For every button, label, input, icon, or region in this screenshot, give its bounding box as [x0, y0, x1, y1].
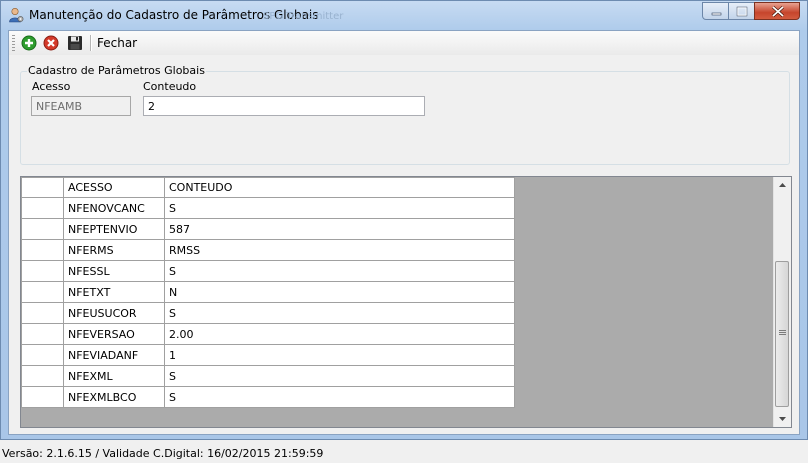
row-header[interactable] [21, 281, 64, 303]
cell-conteudo[interactable]: S [164, 197, 515, 219]
toolbar-grip[interactable] [12, 35, 15, 51]
cell-conteudo[interactable]: N [164, 281, 515, 303]
cell-acesso[interactable]: NFEVERSAO [63, 323, 165, 345]
add-button[interactable] [20, 34, 38, 52]
table-row[interactable]: NFEVERSAO 2.00 [21, 323, 515, 345]
close-icon [771, 5, 785, 18]
parameters-grid[interactable]: ACESSO CONTEUDO NFENOVCANC S NFEPTENVIO 58… [20, 176, 792, 428]
row-header-corner[interactable] [21, 177, 64, 198]
scroll-up-button[interactable] [774, 177, 791, 194]
column-header-acesso[interactable]: ACESSO [63, 177, 165, 198]
group-title: Cadastro de Parâmetros Globais [27, 64, 206, 77]
client-area: Fechar Cadastro de Parâmetros Globais Ac… [8, 30, 800, 435]
grid-table: ACESSO CONTEUDO NFENOVCANC S NFEPTENVIO 58… [21, 177, 515, 408]
table-row[interactable]: NFEXMLBCO S [21, 386, 515, 408]
row-header[interactable] [21, 344, 64, 366]
row-header[interactable] [21, 260, 64, 282]
cell-acesso[interactable]: NFEVIADANF [63, 344, 165, 366]
save-icon [68, 36, 82, 50]
table-row[interactable]: NFENOVCANC S [21, 197, 515, 219]
conteudo-label: Conteudo [143, 80, 197, 93]
delete-button[interactable] [42, 34, 60, 52]
user-gear-icon [8, 7, 24, 23]
table-row[interactable]: NFETXT N [21, 281, 515, 303]
cell-acesso[interactable]: NFEUSUCOR [63, 302, 165, 324]
minimize-icon [711, 12, 722, 16]
scroll-down-button[interactable] [774, 410, 791, 427]
close-form-button[interactable]: Fechar [97, 36, 137, 50]
close-button[interactable] [754, 2, 800, 20]
cell-acesso[interactable]: NFEXML [63, 365, 165, 387]
scroll-up-icon [779, 183, 786, 187]
scroll-down-icon [779, 417, 786, 421]
scroll-thumb[interactable] [775, 261, 789, 407]
table-row[interactable]: NFEVIADANF 1 [21, 344, 515, 366]
grid-header-row: ACESSO CONTEUDO [21, 177, 515, 198]
cell-conteudo[interactable]: RMSS [164, 239, 515, 261]
vertical-scrollbar[interactable] [773, 177, 791, 427]
table-row[interactable]: NFERMS RMSS [21, 239, 515, 261]
row-header[interactable] [21, 218, 64, 240]
table-row[interactable]: NFEPTENVIO 587 [21, 218, 515, 240]
cell-conteudo[interactable]: S [164, 386, 515, 408]
cell-conteudo[interactable]: 587 [164, 218, 515, 240]
table-row[interactable]: NFEUSUCOR S [21, 302, 515, 324]
row-header[interactable] [21, 323, 64, 345]
row-header[interactable] [21, 386, 64, 408]
status-text: Versão: 2.1.6.15 / Validade C.Digital: 1… [2, 447, 324, 460]
conteudo-field[interactable] [143, 96, 425, 116]
maximize-button[interactable] [728, 2, 755, 20]
window-title-ghost: SPG Transmitter [263, 11, 344, 22]
cell-acesso[interactable]: NFENOVCANC [63, 197, 165, 219]
cell-conteudo[interactable]: S [164, 260, 515, 282]
toolbar: Fechar [9, 31, 799, 55]
delete-icon [43, 35, 59, 51]
parameters-group: Cadastro de Parâmetros Globais Acesso Co… [20, 64, 790, 165]
save-button[interactable] [66, 34, 84, 52]
cell-conteudo[interactable]: S [164, 365, 515, 387]
cell-acesso[interactable]: NFERMS [63, 239, 165, 261]
toolbar-separator [90, 35, 92, 51]
cell-acesso[interactable]: NFETXT [63, 281, 165, 303]
cell-acesso[interactable]: NFEXMLBCO [63, 386, 165, 408]
minimize-button[interactable] [702, 2, 729, 20]
cell-conteudo[interactable]: S [164, 302, 515, 324]
title-bar[interactable]: Manutenção do Cadastro de Parâmetros Glo… [1, 1, 807, 29]
acesso-label: Acesso [32, 80, 71, 93]
cell-acesso[interactable]: NFEPTENVIO [63, 218, 165, 240]
cell-acesso[interactable]: NFESSL [63, 260, 165, 282]
column-header-conteudo[interactable]: CONTEUDO [164, 177, 515, 198]
row-header[interactable] [21, 197, 64, 219]
main-window: Manutenção do Cadastro de Parâmetros Glo… [0, 0, 808, 440]
table-row[interactable]: NFEXML S [21, 365, 515, 387]
row-header[interactable] [21, 239, 64, 261]
acesso-field[interactable] [31, 96, 131, 116]
cell-conteudo[interactable]: 2.00 [164, 323, 515, 345]
scroll-thumb-grip [779, 330, 786, 336]
add-icon [21, 35, 37, 51]
maximize-icon [736, 6, 748, 17]
cell-conteudo[interactable]: 1 [164, 344, 515, 366]
row-header[interactable] [21, 302, 64, 324]
table-row[interactable]: NFESSL S [21, 260, 515, 282]
row-header[interactable] [21, 365, 64, 387]
